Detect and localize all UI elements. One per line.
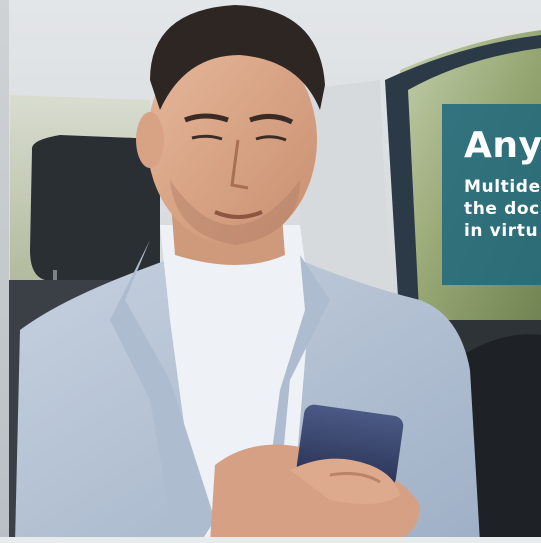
overlay-headline: Any bbox=[464, 125, 541, 166]
hero-photo: Any Multide the doc in virtu bbox=[0, 0, 541, 543]
overlay-line-2: the doc bbox=[464, 199, 540, 219]
overlay-text: Multide the doc in virtu bbox=[464, 176, 541, 242]
overlay-line-1: Multide bbox=[464, 177, 541, 197]
overlay-line-3: in virtu bbox=[464, 221, 539, 241]
left-border bbox=[0, 0, 9, 543]
promo-overlay: Any Multide the doc in virtu bbox=[442, 104, 541, 285]
bottom-border bbox=[0, 537, 541, 543]
